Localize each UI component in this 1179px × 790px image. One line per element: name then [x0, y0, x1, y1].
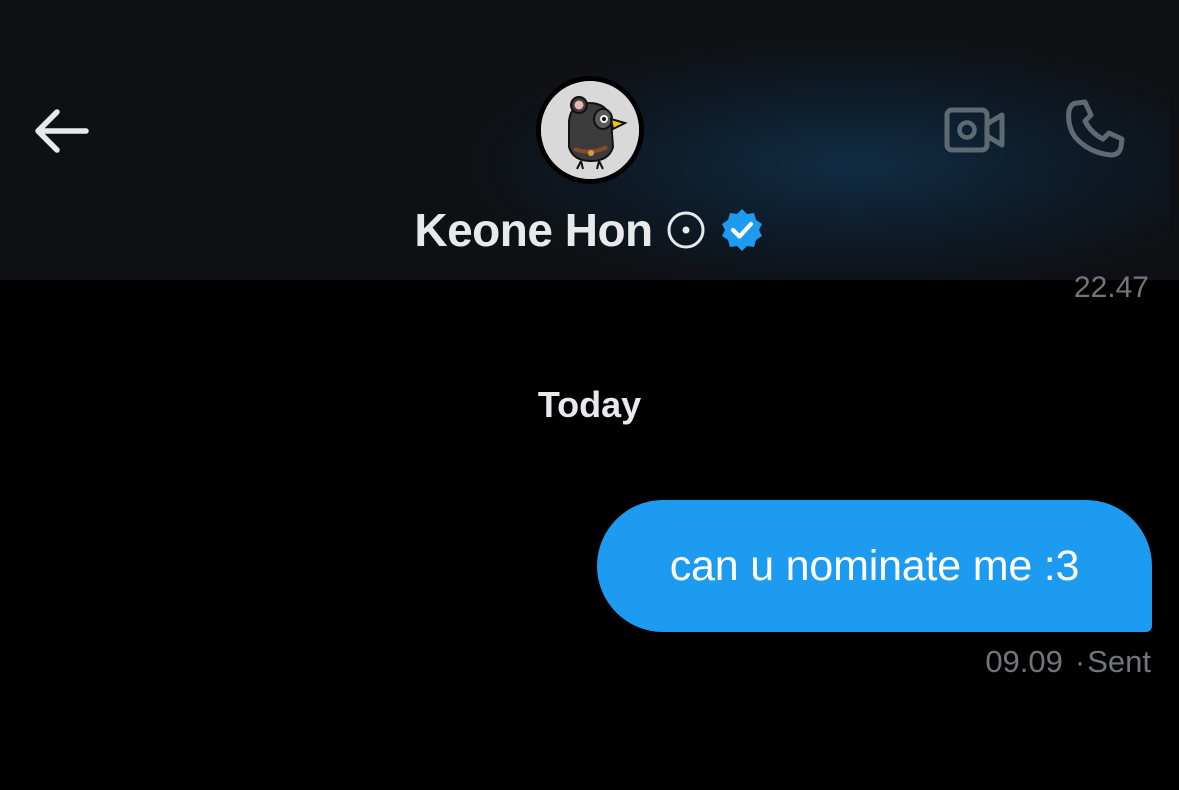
back-button[interactable]	[30, 100, 92, 162]
message-text: can u nominate me :3	[669, 541, 1080, 590]
outgoing-message-bubble[interactable]: can u nominate me :3	[597, 500, 1152, 632]
circle-dot-icon	[665, 209, 707, 251]
arrow-left-icon	[35, 109, 89, 153]
dm-conversation-screen: Keone Hon 22.47 Today can u nominate me …	[0, 0, 1179, 790]
separator-dot: ·	[1074, 644, 1086, 679]
avatar[interactable]	[536, 76, 644, 184]
avatar-image	[541, 81, 639, 179]
message-time: 09.09	[985, 644, 1063, 679]
video-call-button[interactable]	[940, 100, 1010, 160]
conversation-header: Keone Hon	[0, 0, 1179, 280]
contact-name-row[interactable]: Keone Hon	[0, 200, 1179, 260]
contact-name: Keone Hon	[414, 204, 653, 256]
verified-badge-icon	[719, 207, 765, 253]
previous-message-timestamp: 22.47	[1073, 271, 1149, 304]
day-divider: Today	[537, 384, 642, 425]
voice-call-button[interactable]	[1060, 96, 1130, 162]
message-status: Sent	[1087, 644, 1151, 679]
message-meta: 09.09 ·Sent	[985, 644, 1151, 680]
phone-icon	[1066, 99, 1125, 158]
video-camera-icon	[944, 107, 1005, 153]
